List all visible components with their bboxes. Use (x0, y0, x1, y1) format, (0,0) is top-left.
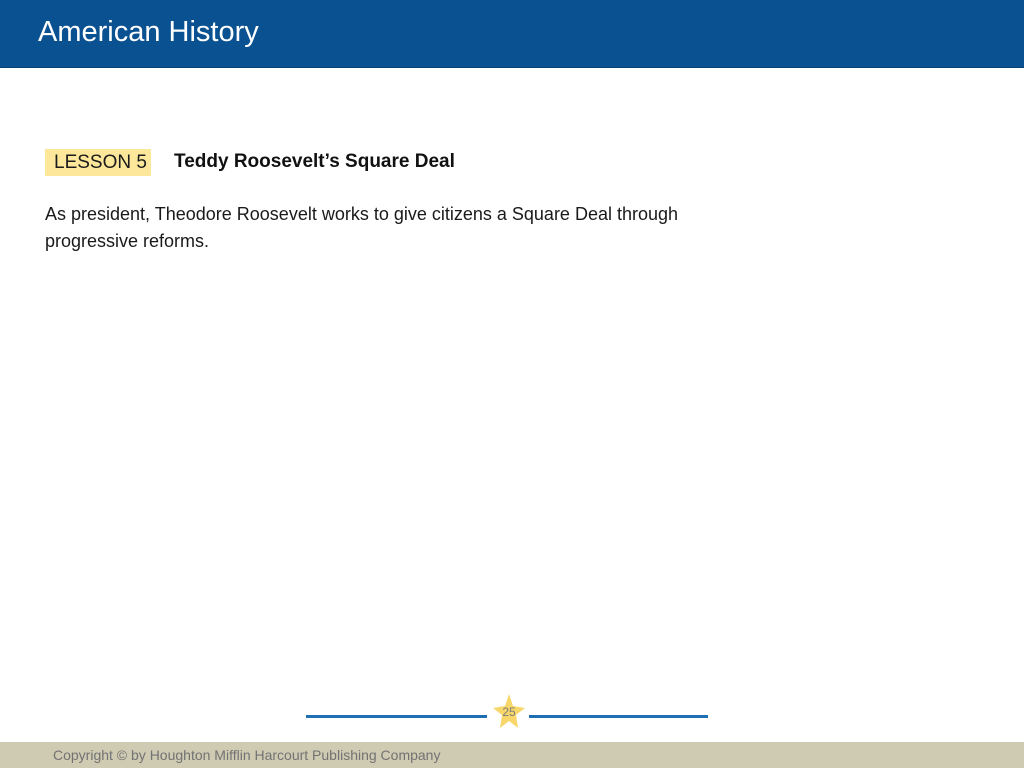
page-divider-left (306, 715, 487, 718)
header-bar: American History (0, 0, 1024, 68)
page-marker: 25 (306, 694, 708, 734)
lesson-badge: LESSON 5 (45, 149, 151, 176)
page-divider-right (529, 715, 708, 718)
lesson-title: Teddy Roosevelt’s Square Deal (174, 151, 455, 172)
lesson-summary: As president, Theodore Roosevelt works t… (45, 204, 679, 251)
footer-bar: Copyright © by Houghton Mifflin Harcourt… (0, 742, 1024, 768)
page-number: 25 (502, 705, 516, 719)
course-title: American History (38, 16, 259, 48)
copyright-text: Copyright © by Houghton Mifflin Harcourt… (53, 747, 441, 763)
